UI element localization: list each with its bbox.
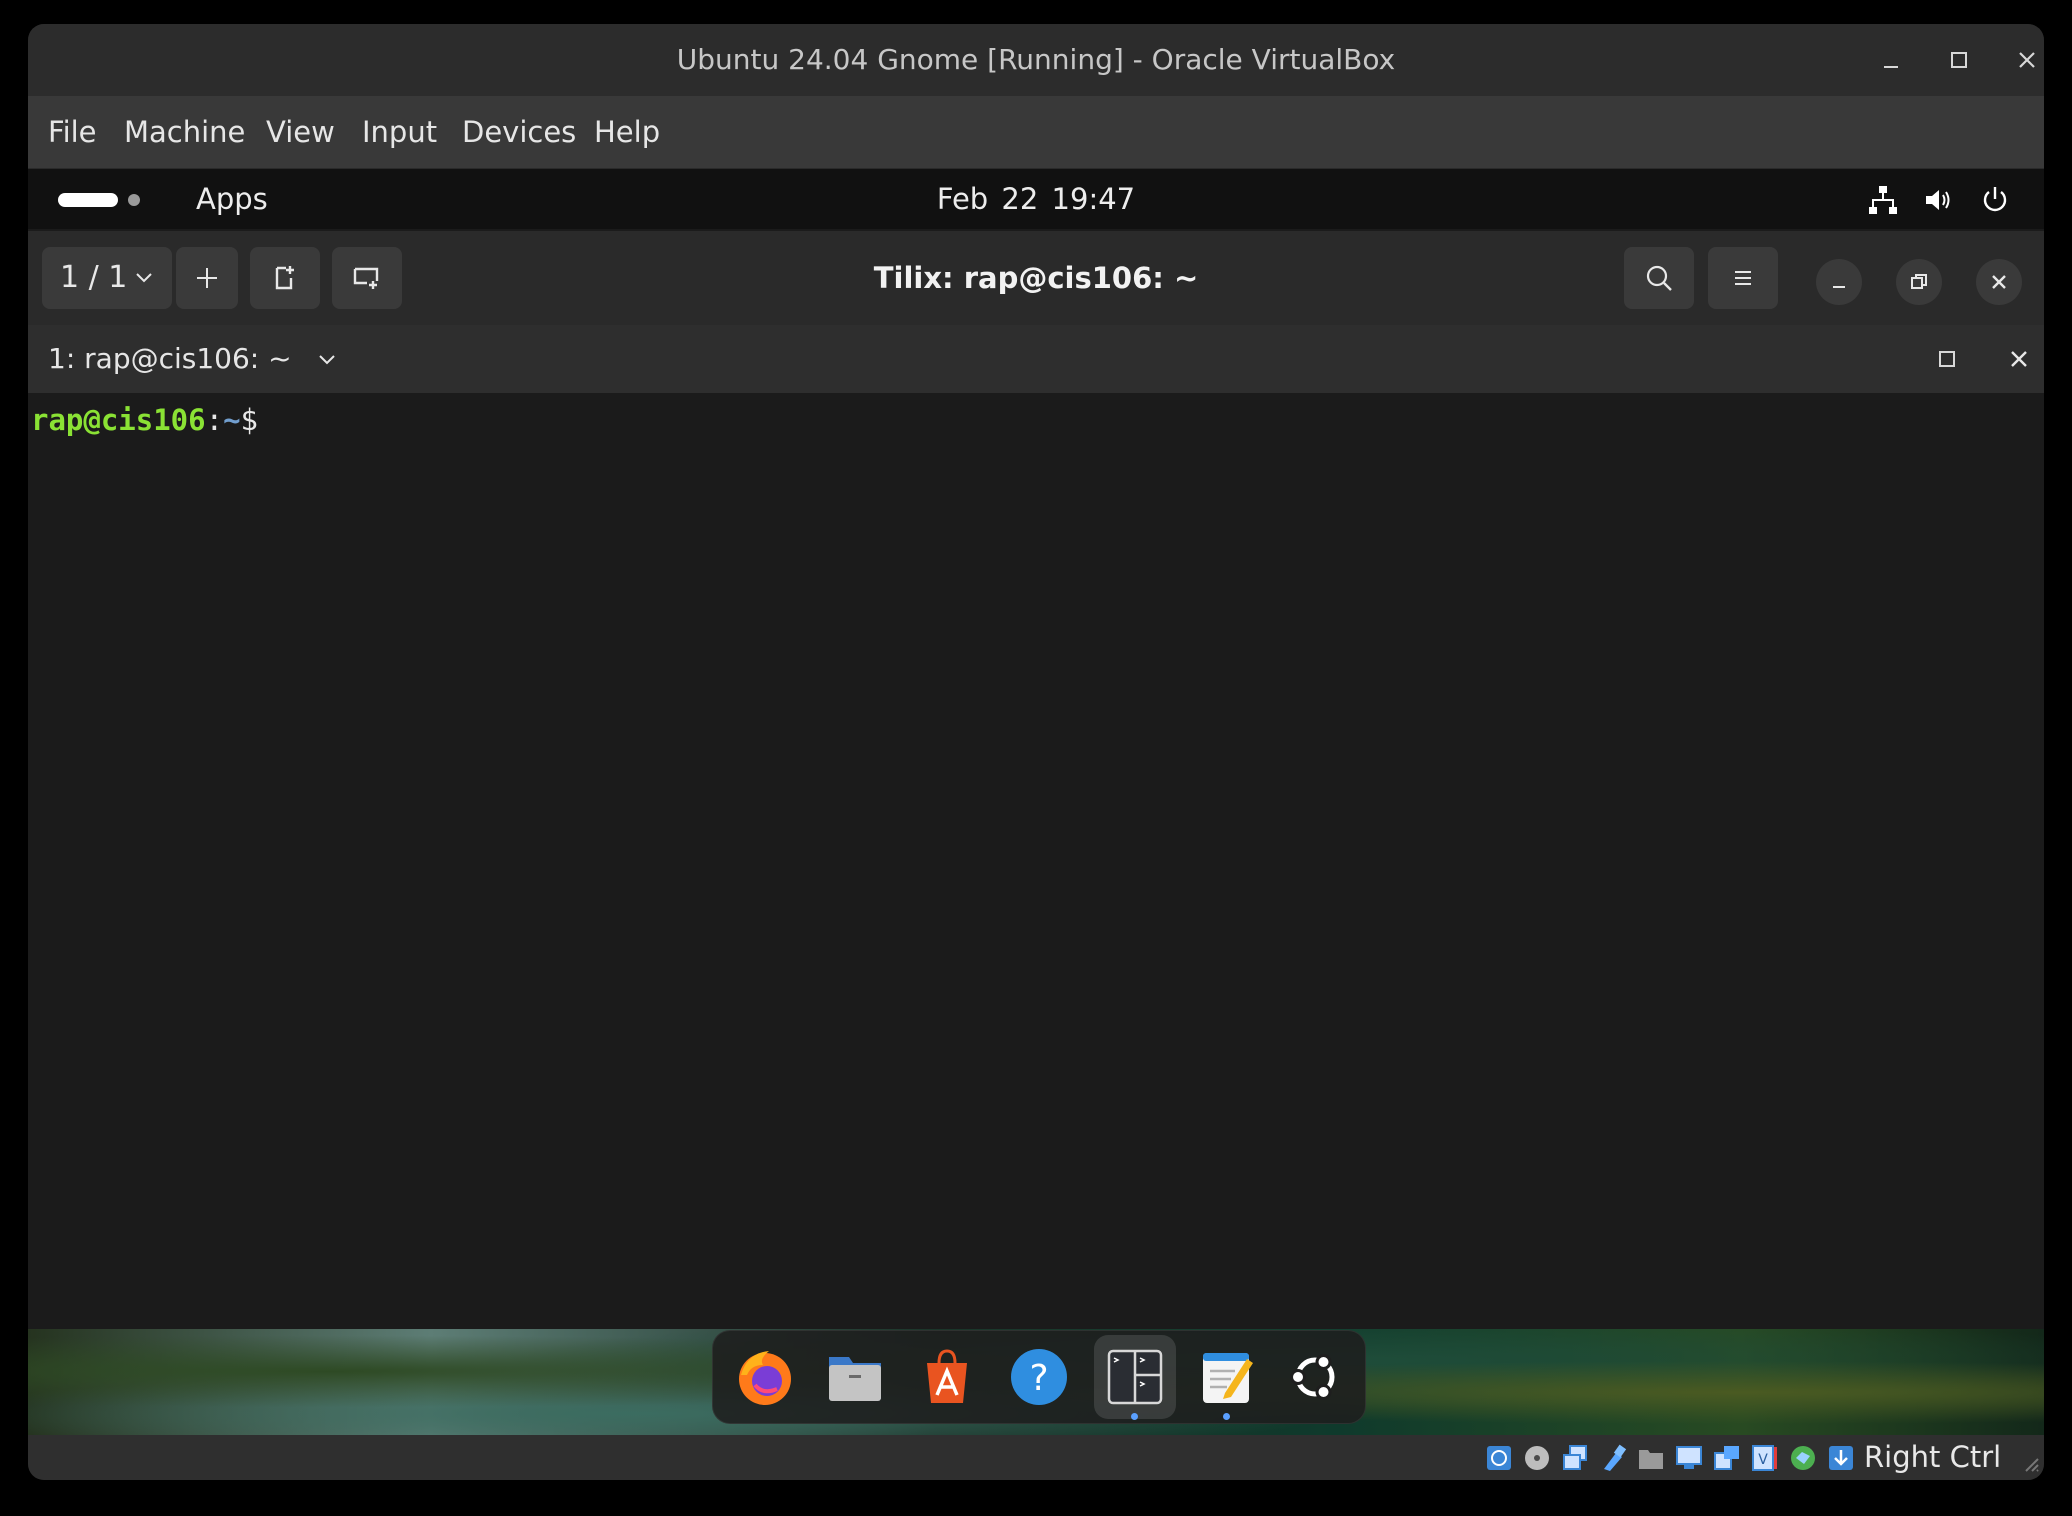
help-icon: ?: [1011, 1349, 1067, 1405]
vbox-menubar: File Machine View Input Devices Help: [28, 96, 2044, 170]
shared-folders-icon[interactable]: [1636, 1443, 1666, 1473]
terminal-titlebar: 1: rap@cis106: ~: [28, 325, 2044, 393]
audio-icon[interactable]: [1560, 1443, 1590, 1473]
dock-text-editor[interactable]: [1195, 1345, 1259, 1409]
svg-text:V: V: [1758, 1452, 1768, 1468]
gnome-top-bar: Apps Feb 22 19:47: [28, 169, 2044, 229]
resize-grip-icon[interactable]: [2020, 1453, 2040, 1473]
close-icon: [2011, 351, 2027, 367]
svg-text:?: ?: [1029, 1358, 1048, 1399]
minimize-button[interactable]: [1871, 40, 1911, 80]
power-icon[interactable]: [1978, 183, 2012, 217]
dock-help[interactable]: ?: [1007, 1345, 1071, 1409]
close-icon: [2019, 52, 2035, 68]
dock-files[interactable]: [823, 1345, 887, 1409]
vbox-statusbar: V Right Ctrl: [28, 1435, 2044, 1480]
hard-disk-icon[interactable]: [1484, 1443, 1514, 1473]
virtualbox-window: Ubuntu 24.04 Gnome [Running] - Oracle Vi…: [28, 24, 2044, 1480]
menu-machine[interactable]: Machine: [124, 96, 245, 168]
mouse-integration-icon[interactable]: [1826, 1443, 1856, 1473]
minimize-icon: [1833, 286, 1845, 288]
close-button[interactable]: [2007, 40, 2044, 80]
display-icon[interactable]: [1674, 1443, 1704, 1473]
terminal-area[interactable]: rap@cis106:~$: [28, 393, 2044, 1353]
cpu-icon[interactable]: [1788, 1443, 1818, 1473]
running-indicator: [1131, 1413, 1138, 1420]
prompt-line: rap@cis106:~$: [31, 403, 258, 437]
tilix-icon: [1107, 1349, 1163, 1405]
menu-help[interactable]: Help: [594, 96, 660, 168]
menu-view[interactable]: View: [266, 96, 335, 168]
usb-icon[interactable]: [1598, 1443, 1628, 1473]
optical-drive-icon[interactable]: [1522, 1443, 1552, 1473]
window-title: Ubuntu 24.04 Gnome [Running] - Oracle Vi…: [676, 43, 1396, 76]
dock-firefox[interactable]: [733, 1345, 797, 1409]
firefox-icon: [739, 1351, 791, 1405]
host-key-label: Right Ctrl: [1864, 1440, 2002, 1474]
recording-icon[interactable]: V: [1750, 1443, 1780, 1473]
window-titlebar[interactable]: Ubuntu 24.04 Gnome [Running] - Oracle Vi…: [28, 24, 2044, 96]
tilix-headerbar: 1 / 1 Tilix: rap@cis106: ~: [28, 231, 2044, 325]
restore-icon: [1911, 274, 1927, 289]
close-icon: [1992, 275, 2006, 289]
terminal-title-button[interactable]: 1: rap@cis106: ~: [48, 325, 339, 393]
main-menu-button[interactable]: [1708, 247, 1778, 309]
minimize-icon: [1884, 66, 1898, 68]
maximize-icon: [1951, 52, 1967, 68]
tilix-minimize-button[interactable]: [1816, 259, 1862, 305]
menu-input[interactable]: Input: [362, 96, 437, 168]
dock-app-center[interactable]: [915, 1345, 979, 1409]
tilix-restore-button[interactable]: [1896, 259, 1942, 305]
prompt-user: rap@cis106: [31, 403, 206, 437]
ubuntu-icon: [1290, 1354, 1335, 1400]
chevron-down-icon: [318, 355, 335, 365]
prompt-symbol: $: [240, 403, 259, 437]
maximize-icon: [1939, 351, 1955, 367]
app-center-icon: [927, 1349, 967, 1403]
network-adapter-icon[interactable]: [1712, 1443, 1742, 1473]
prompt-path: ~: [223, 403, 241, 437]
dash-dock: ?: [712, 1330, 1366, 1424]
terminal-maximize-button[interactable]: [1933, 345, 1961, 373]
menu-file[interactable]: File: [48, 96, 97, 168]
hamburger-menu-icon: [1735, 271, 1751, 285]
running-indicator: [1223, 1413, 1230, 1420]
menu-devices[interactable]: Devices: [462, 96, 576, 168]
dock-show-apps[interactable]: [1283, 1345, 1347, 1409]
text-editor-icon: [1203, 1353, 1253, 1403]
find-button[interactable]: [1624, 247, 1694, 309]
maximize-button[interactable]: [1939, 40, 1979, 80]
network-icon[interactable]: [1866, 183, 1900, 217]
terminal-title: 1: rap@cis106: ~: [48, 342, 292, 375]
dock-tilix[interactable]: [1103, 1345, 1167, 1409]
volume-icon[interactable]: [1922, 183, 1956, 217]
clock[interactable]: Feb 22 19:47: [28, 169, 2044, 229]
tilix-close-button[interactable]: [1976, 259, 2022, 305]
search-icon: [1646, 265, 1672, 291]
files-icon: [829, 1357, 881, 1401]
terminal-close-button[interactable]: [2005, 345, 2033, 373]
prompt-colon: :: [205, 403, 224, 437]
